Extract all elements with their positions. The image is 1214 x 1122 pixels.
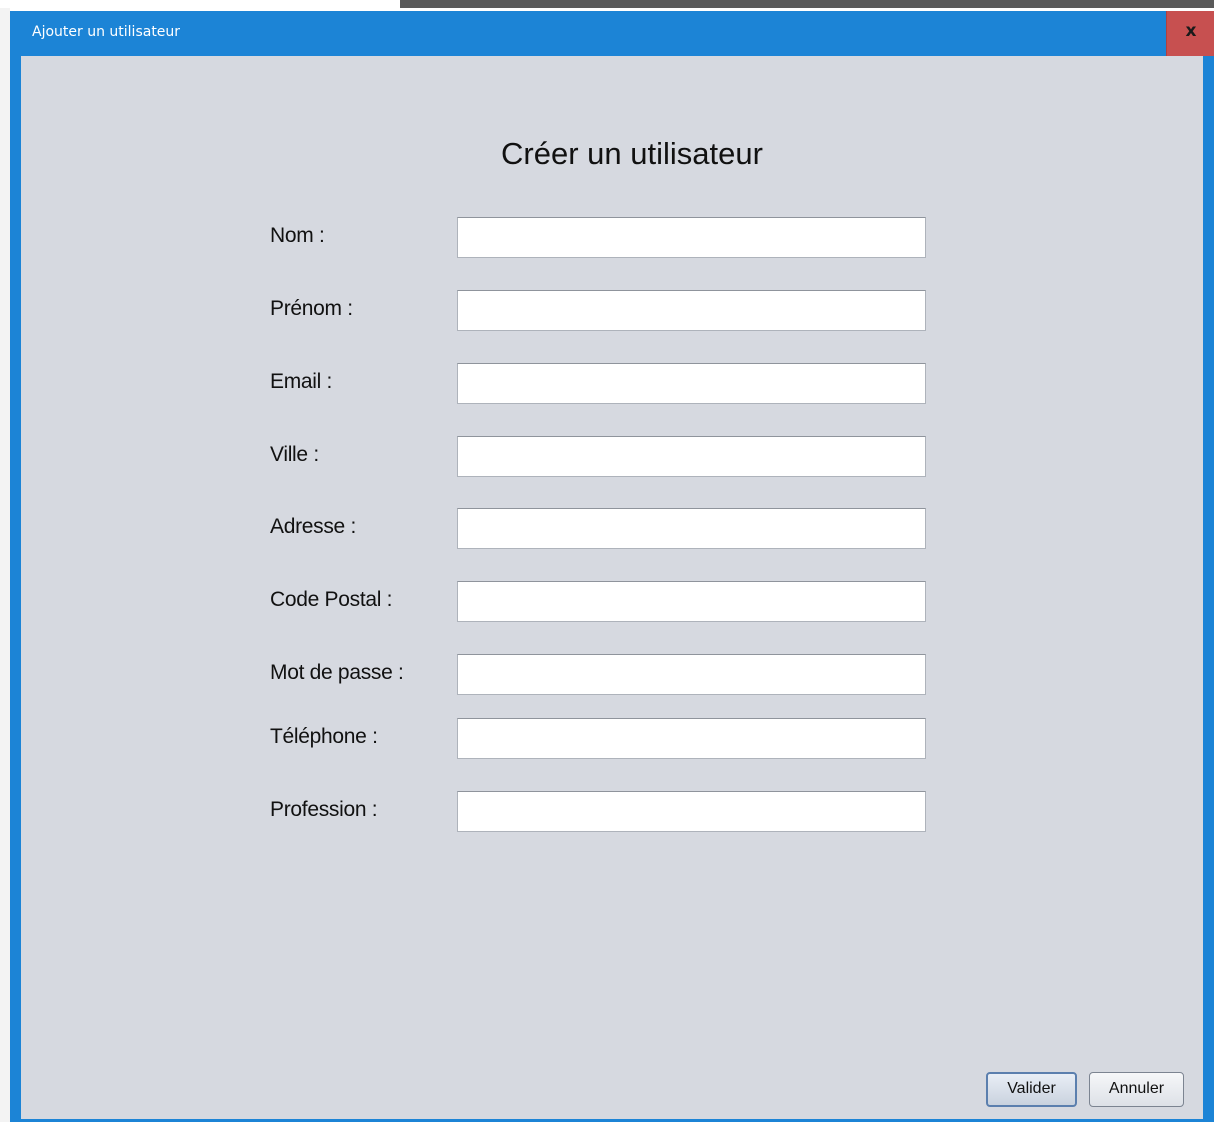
- close-button[interactable]: x: [1166, 11, 1214, 56]
- label-profession: Profession :: [270, 798, 378, 821]
- prenom-input[interactable]: [457, 290, 926, 331]
- adresse-input[interactable]: [457, 508, 926, 549]
- form-title: Créer un utilisateur: [501, 136, 763, 171]
- ville-input[interactable]: [457, 436, 926, 477]
- dialog-titlebar[interactable]: Ajouter un utilisateur x: [10, 11, 1214, 56]
- label-code-postal: Code Postal :: [270, 588, 393, 611]
- telephone-input[interactable]: [457, 718, 926, 759]
- label-adresse: Adresse :: [270, 515, 357, 538]
- nom-input[interactable]: [457, 217, 926, 258]
- label-ville: Ville :: [270, 443, 319, 466]
- label-mot-de-passe: Mot de passe :: [270, 661, 404, 684]
- email-input[interactable]: [457, 363, 926, 404]
- profession-input[interactable]: [457, 791, 926, 832]
- cancel-button[interactable]: Annuler: [1089, 1072, 1184, 1107]
- label-telephone: Téléphone :: [270, 725, 378, 748]
- validate-button[interactable]: Valider: [986, 1072, 1077, 1107]
- background-window-edge-dark: [400, 0, 1214, 8]
- label-nom: Nom :: [270, 224, 325, 247]
- dialog-title: Ajouter un utilisateur: [32, 24, 181, 40]
- mot-de-passe-input[interactable]: [457, 654, 926, 695]
- background-window-left-edge: [0, 8, 10, 1122]
- label-prenom: Prénom :: [270, 297, 353, 320]
- add-user-dialog: Ajouter un utilisateur x Créer un utilis…: [10, 11, 1214, 1122]
- code-postal-input[interactable]: [457, 581, 926, 622]
- dialog-content: Créer un utilisateur Nom : Prénom : Emai…: [21, 56, 1203, 1119]
- label-email: Email :: [270, 370, 333, 393]
- background-window-edge: [0, 0, 400, 8]
- close-icon: x: [1185, 21, 1197, 41]
